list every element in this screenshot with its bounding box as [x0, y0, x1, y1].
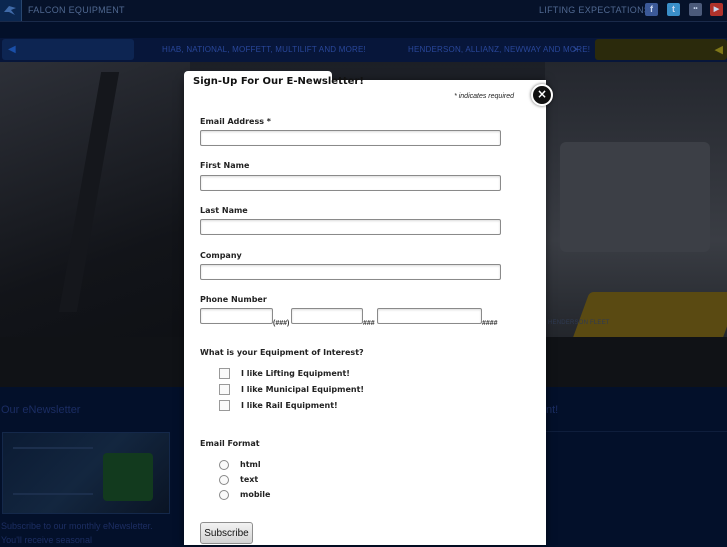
truck-cab — [560, 142, 710, 252]
section-heading-right: nt! — [546, 404, 559, 416]
youtube-icon[interactable]: ▶ — [710, 3, 723, 16]
brand-navbar: ◀ HIAB, NATIONAL, MOFFETT, MULTILIFT AND… — [0, 38, 727, 62]
html-radio[interactable] — [219, 460, 229, 470]
mobile-radio-label[interactable]: mobile — [240, 490, 270, 499]
thumbnail-text-block — [13, 447, 93, 495]
site-logo[interactable] — [0, 0, 22, 21]
tagline: LIFTING EXPECTATIONS — [539, 5, 651, 15]
email-format-label: Email Format — [200, 439, 260, 448]
first-name-field[interactable] — [200, 175, 501, 191]
top-bar: FALCON EQUIPMENT LIFTING EXPECTATIONS f … — [0, 0, 727, 22]
required-note: * indicates required — [454, 93, 514, 100]
company-field[interactable] — [200, 264, 501, 280]
municipal-checkbox[interactable] — [219, 384, 230, 395]
phone-area-hint: (###) — [273, 320, 290, 327]
modal-title: Sign-Up For Our E-Newsletter! — [193, 76, 364, 87]
email-label: Email Address * — [200, 117, 271, 126]
first-name-label: First Name — [200, 161, 250, 170]
rail-checkbox-label[interactable]: I like Rail Equipment! — [241, 401, 338, 410]
flickr-icon[interactable]: •• — [689, 3, 702, 16]
subscribe-button[interactable]: Subscribe — [200, 522, 253, 544]
lifting-checkbox[interactable] — [219, 368, 230, 379]
email-field[interactable] — [200, 130, 501, 146]
text-radio[interactable] — [219, 475, 229, 485]
phone-label: Phone Number — [200, 295, 267, 304]
left-arrow-icon: ◀ — [8, 44, 16, 55]
hero-caption: HENDERSON FLEET — [548, 320, 610, 326]
municipal-checkbox-label[interactable]: I like Municipal Equipment! — [241, 385, 364, 394]
rail-checkbox[interactable] — [219, 400, 230, 411]
html-radio-label[interactable]: html — [240, 460, 261, 469]
twitter-icon[interactable]: t — [667, 3, 680, 16]
lifting-equipment-nav-button[interactable]: ◀ — [2, 39, 134, 60]
newsletter-heading: Our eNewsletter — [1, 404, 81, 416]
company-label: Company — [200, 251, 242, 260]
last-name-field[interactable] — [200, 219, 501, 235]
falcon-logo-icon — [4, 6, 16, 15]
municipal-equipment-nav-button[interactable]: ◀ — [595, 39, 727, 60]
phone-area-field[interactable] — [200, 308, 273, 324]
newsletter-thumbnail[interactable] — [2, 432, 170, 514]
phone-line-hint: #### — [482, 320, 498, 327]
brand-name[interactable]: FALCON EQUIPMENT — [28, 5, 125, 15]
left-brands-link[interactable]: HIAB, NATIONAL, MOFFETT, MULTILIFT AND M… — [162, 45, 366, 54]
lifting-checkbox-label[interactable]: I like Lifting Equipment! — [241, 369, 350, 378]
thumbnail-truck — [103, 453, 153, 501]
last-name-label: Last Name — [200, 206, 248, 215]
newsletter-description: Subscribe to our monthly eNewsletter. Yo… — [1, 521, 153, 545]
phone-line-field[interactable] — [377, 308, 482, 324]
interest-label: What is your Equipment of Interest? — [200, 348, 364, 357]
right-brands-link[interactable]: HENDERSON, ALLIANZ, NEWWAY AND MORE! — [408, 45, 590, 54]
close-icon[interactable]: × — [531, 84, 553, 106]
facebook-icon[interactable]: f — [645, 3, 658, 16]
chevron-right-icon: > — [573, 45, 578, 54]
right-arrow-icon: ◀ — [714, 44, 723, 56]
divider — [546, 431, 727, 432]
phone-prefix-field[interactable] — [291, 308, 363, 324]
text-radio-label[interactable]: text — [240, 475, 258, 484]
phone-prefix-hint: ### — [363, 320, 375, 327]
mobile-radio[interactable] — [219, 490, 229, 500]
